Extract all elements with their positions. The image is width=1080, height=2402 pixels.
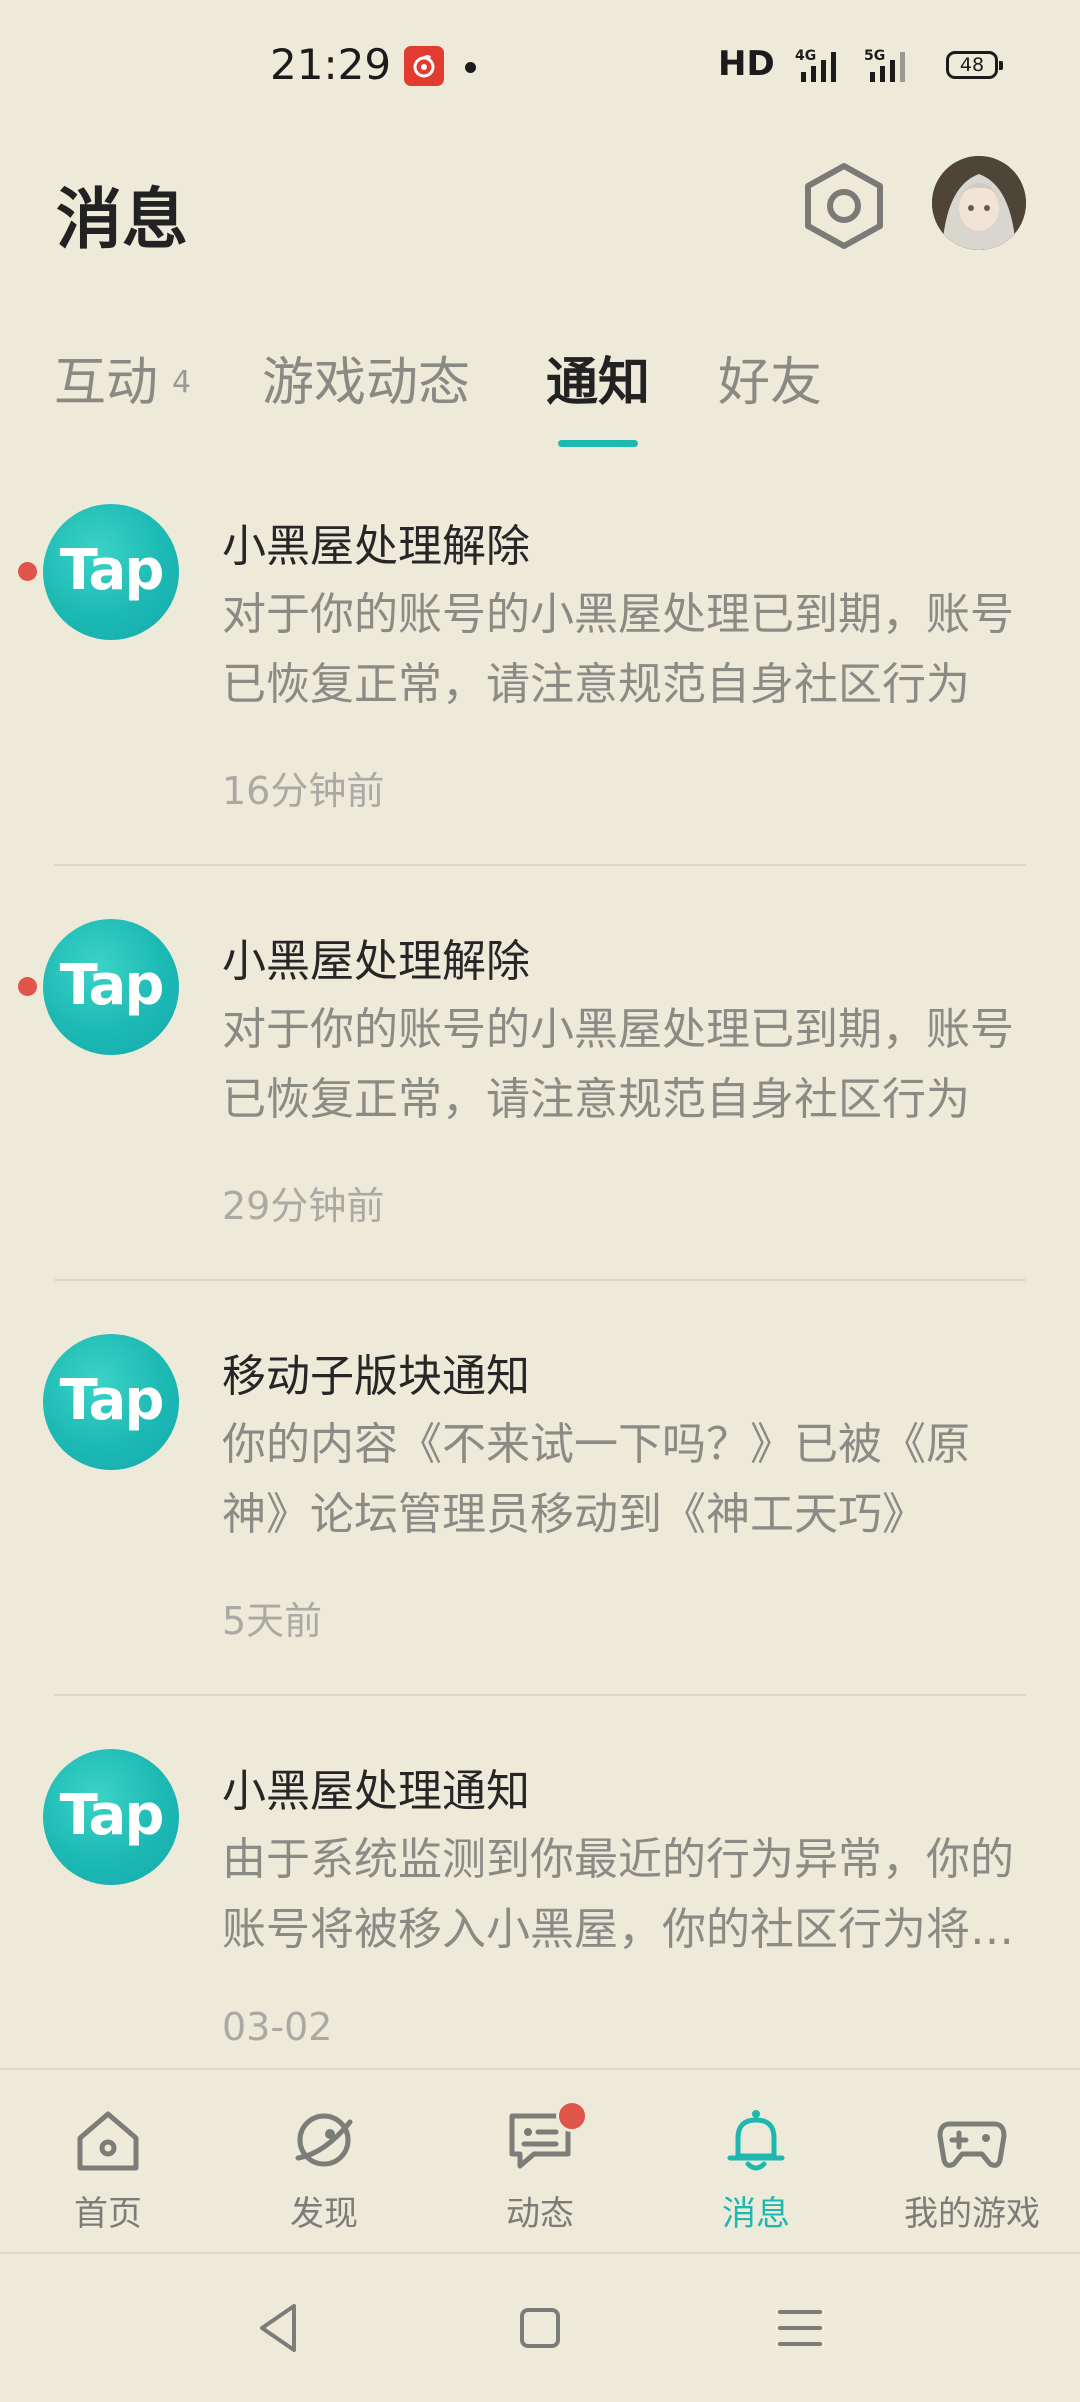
nav-home[interactable]: 首页 (0, 2070, 216, 2252)
tap-logo-icon: Tap (43, 504, 179, 640)
notification-title: 小黑屋处理通知 (222, 1766, 530, 1817)
notification-body: 你的内容《不来试一下吗？》已被《原神》论坛管理员移动到《神工天巧》 (222, 1419, 970, 1540)
signal-4g-icon: 4G (795, 46, 855, 90)
notification-dot-icon (465, 62, 476, 73)
divider (54, 1279, 1026, 1281)
nav-feed[interactable]: 动态 (432, 2070, 648, 2252)
notification-time: 03-02 (222, 2005, 333, 2049)
tab-label: 游戏动态 (262, 353, 471, 413)
tab-label: 通知 (546, 353, 651, 413)
logo-text: Tap (59, 1368, 165, 1433)
signal-5g-icon: 5G (860, 46, 930, 90)
svg-text:5G: 5G (864, 48, 885, 64)
tab-notifications[interactable]: 通知 (546, 340, 650, 415)
unread-dot (18, 562, 37, 581)
notification-item[interactable]: Tap 小黑屋处理解除 对于你的账号的小黑屋处理已到期，账号已恢复正常，请注意规… (0, 470, 1080, 885)
bell-icon (727, 2110, 785, 2171)
battery-icon: 48 (946, 51, 1003, 79)
tab-label: 互动 (54, 353, 159, 413)
active-tab-indicator (558, 440, 638, 447)
tab-bar: 互动 4 游戏动态 通知 好友 (0, 340, 1080, 450)
logo-text: Tap (59, 1783, 165, 1848)
gamepad-icon (937, 2121, 1007, 2168)
tab-interaction[interactable]: 互动 4 (54, 340, 191, 415)
nav-label: 我的游戏 (904, 2194, 1040, 2234)
notification-title: 小黑屋处理解除 (222, 521, 530, 572)
tap-logo-icon: Tap (43, 1749, 179, 1885)
notification-body: 对于你的账号的小黑屋处理已到期，账号已恢复正常，请注意规范自身社区行为 (222, 589, 1014, 710)
system-nav-bar (0, 2252, 1080, 2402)
tap-logo-icon: Tap (43, 1334, 179, 1470)
notification-item[interactable]: Tap 移动子版块通知 你的内容《不来试一下吗？》已被《原神》论坛管理员移动到《… (0, 1300, 1080, 1715)
tab-label: 好友 (718, 353, 823, 413)
notification-item[interactable]: Tap 小黑屋处理解除 对于你的账号的小黑屋处理已到期，账号已恢复正常，请注意规… (0, 885, 1080, 1300)
page-title: 消息 (56, 181, 188, 258)
logo-text: Tap (59, 538, 165, 603)
unread-dot (18, 977, 37, 996)
notification-body: 由于系统监测到你最近的行为异常，你的账号将被移入小黑屋，你的社区行为将受到限制 (222, 1834, 1014, 1955)
nav-discover[interactable]: 发现 (216, 2070, 432, 2252)
home-icon (77, 2111, 139, 2171)
notification-time: 16分钟前 (222, 769, 385, 813)
nav-my-games[interactable]: 我的游戏 (864, 2070, 1080, 2252)
settings-hex-icon (805, 163, 883, 249)
settings-button[interactable] (800, 160, 888, 252)
netease-music-icon (404, 46, 444, 86)
nav-messages[interactable]: 消息 (648, 2070, 864, 2252)
divider (54, 864, 1026, 866)
notification-title: 移动子版块通知 (222, 1351, 530, 1402)
nav-label: 消息 (722, 2194, 790, 2234)
nav-label: 发现 (290, 2194, 358, 2234)
bottom-nav: 首页 发现 动态 消息 我的游戏 (0, 2068, 1080, 2252)
notification-time: 29分钟前 (222, 1184, 385, 1228)
divider (54, 1694, 1026, 1696)
back-icon[interactable] (254, 2300, 302, 2356)
tap-logo-icon: Tap (43, 919, 179, 1055)
svg-text:4G: 4G (795, 48, 816, 64)
feed-badge-dot (556, 2100, 588, 2132)
nav-label: 首页 (74, 2194, 142, 2234)
logo-text: Tap (59, 953, 165, 1018)
status-bar: 21:29 HD 4G 5G 48 (0, 0, 1080, 130)
nav-label: 动态 (506, 2194, 574, 2234)
home-square-icon[interactable] (516, 2300, 564, 2356)
recents-menu-icon[interactable] (776, 2300, 824, 2356)
status-time: 21:29 (270, 40, 392, 89)
notification-time: 5天前 (222, 1599, 323, 1643)
notification-body: 对于你的账号的小黑屋处理已到期，账号已恢复正常，请注意规范自身社区行为 (222, 1004, 1014, 1125)
avatar[interactable] (932, 156, 1026, 250)
tab-friends[interactable]: 好友 (718, 340, 822, 415)
tab-game-updates[interactable]: 游戏动态 (262, 340, 470, 415)
notification-title: 小黑屋处理解除 (222, 936, 530, 987)
discover-icon (295, 2113, 353, 2167)
hd-indicator: HD (718, 44, 775, 84)
tab-count-badge: 4 (172, 365, 192, 400)
